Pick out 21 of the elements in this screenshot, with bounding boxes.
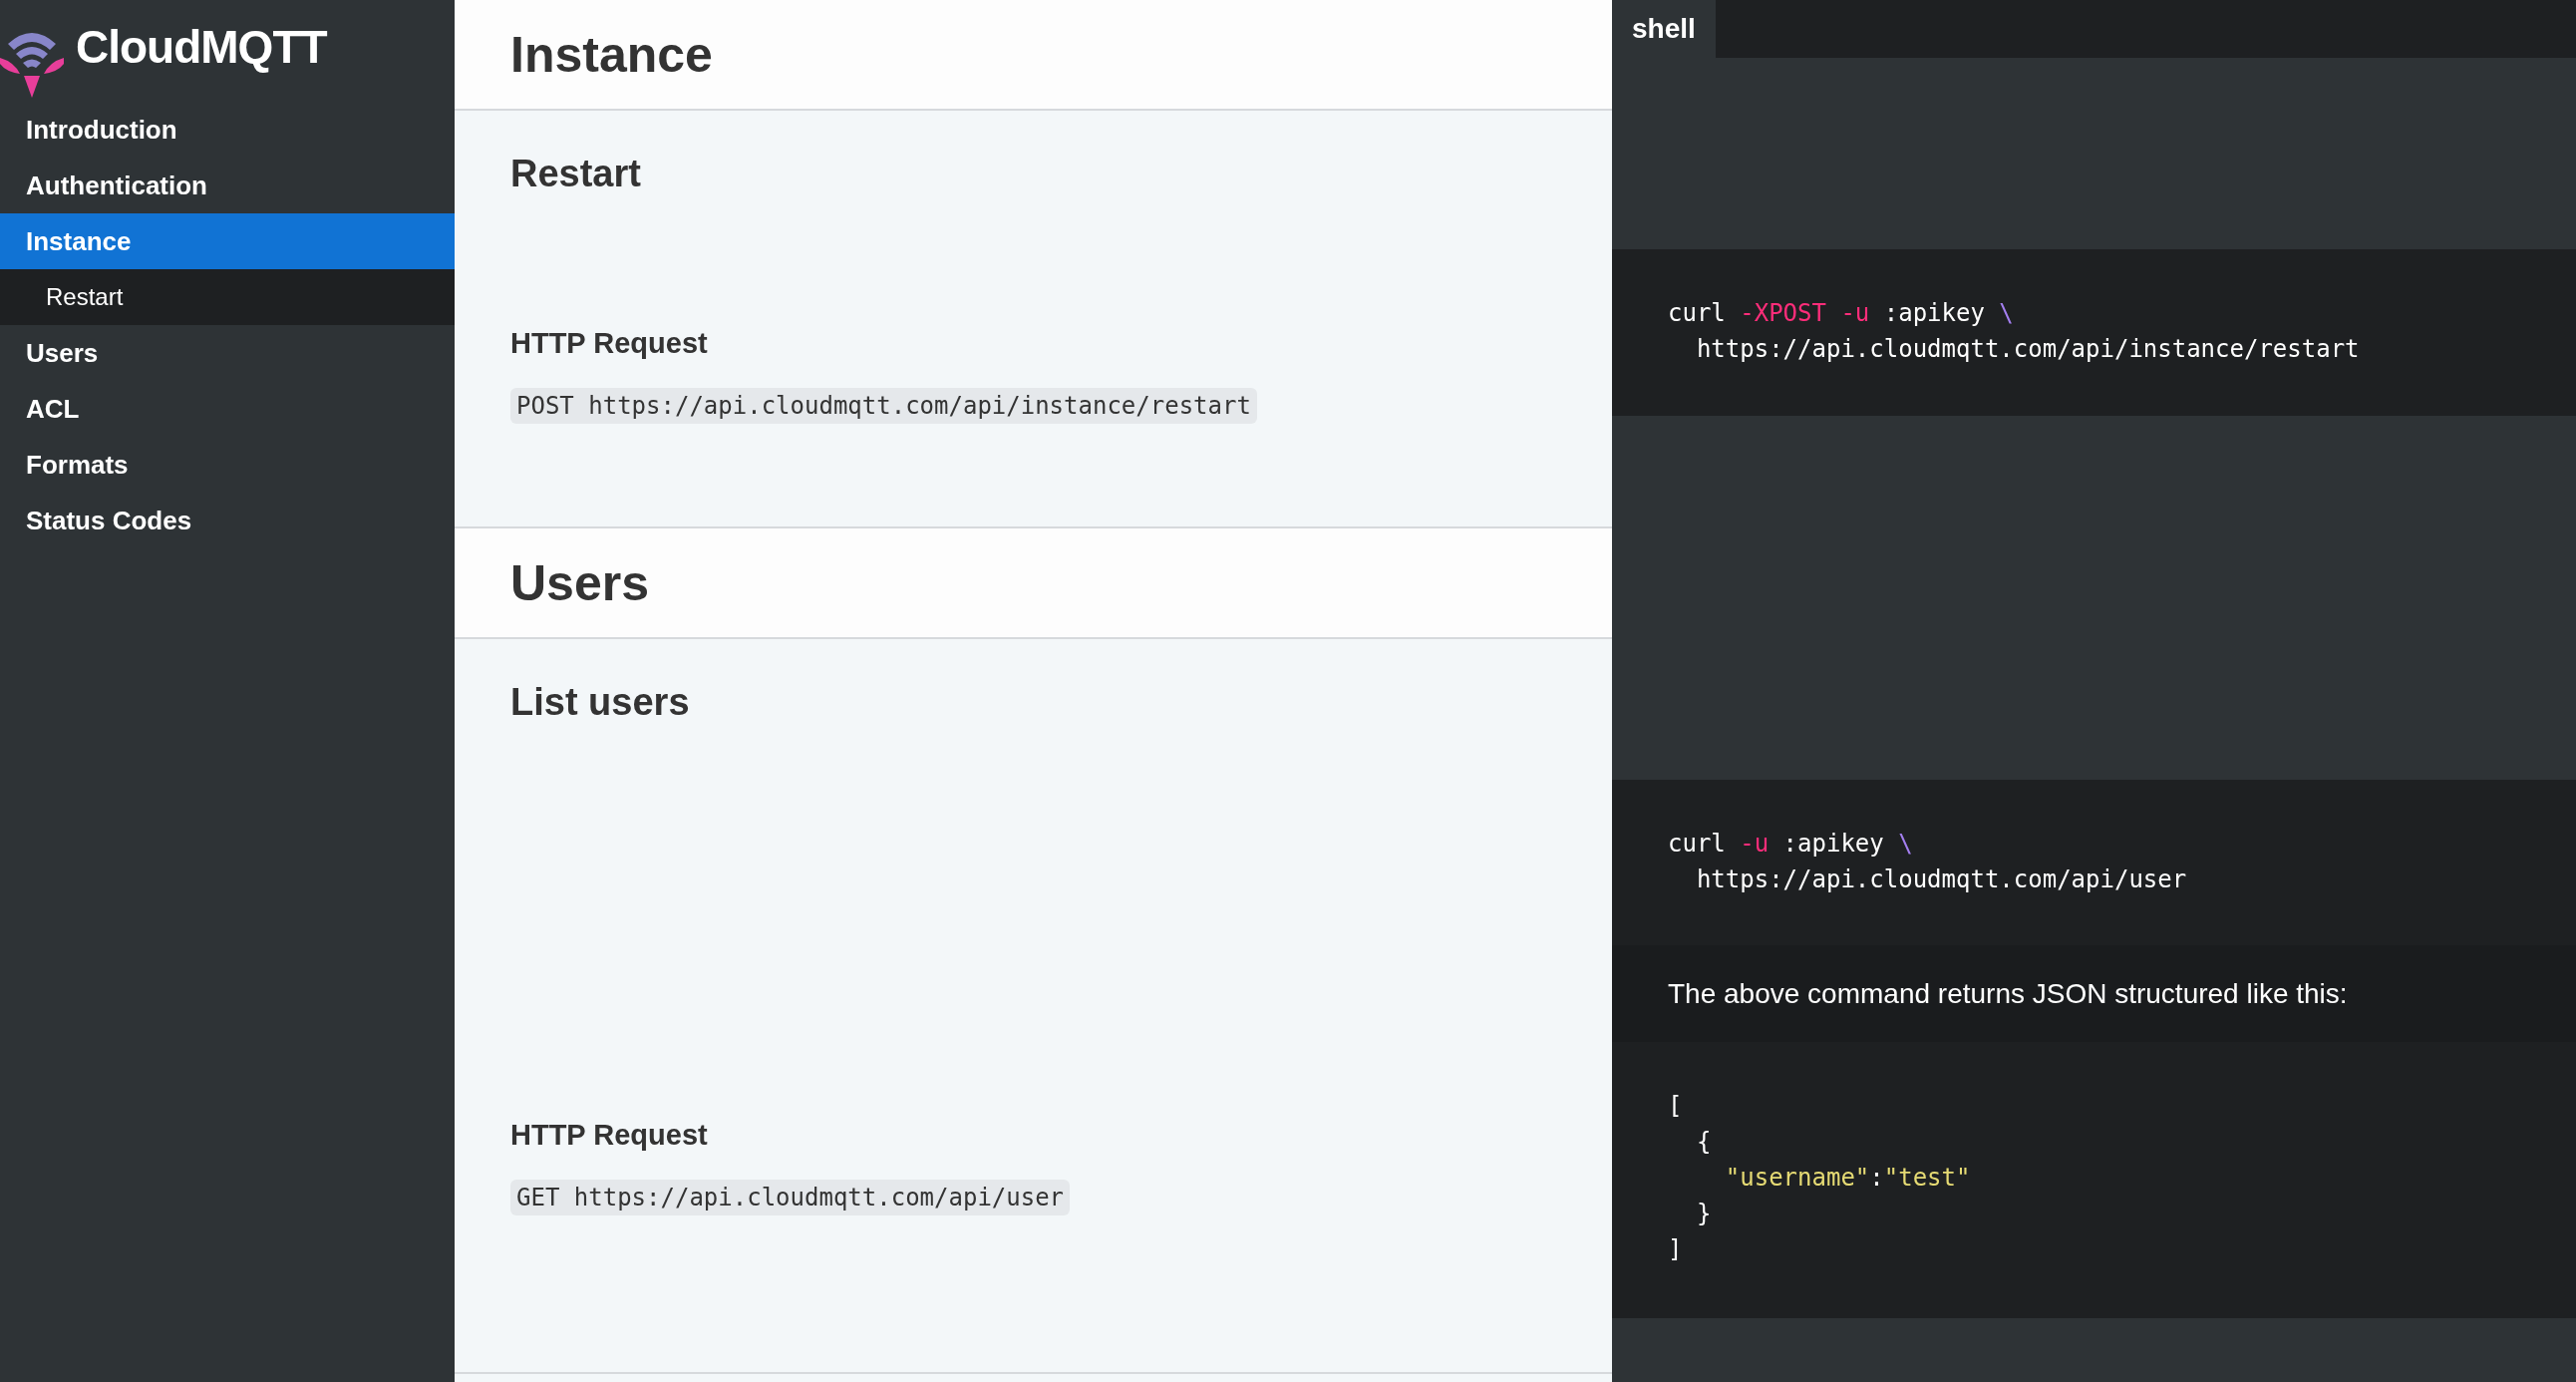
request-code: GET https://api.cloudmqtt.com/api/user <box>510 1180 1071 1215</box>
code-note: The above command returns JSON structured like this: <box>1612 945 2576 1042</box>
code-block: curl -XPOST -u :apikey \ https://api.cloudmqtt.com/api/instance/restart <box>1612 249 2576 416</box>
code-block: [ { "username":"test" } ] <box>1612 1042 2576 1318</box>
request-code: POST https://api.cloudmqtt.com/api/instance/restart <box>510 388 1257 424</box>
subsection-title: Restart <box>510 153 642 195</box>
nav-item[interactable]: Formats <box>0 437 455 493</box>
nav-item[interactable]: Introduction <box>0 102 455 158</box>
request-heading: HTTP Request <box>510 327 709 360</box>
nav-item[interactable]: Status Codes <box>0 493 455 548</box>
section-title: Instance <box>455 0 1612 111</box>
nav-item[interactable]: ACL <box>0 381 455 437</box>
nav-item[interactable]: Users <box>0 325 455 381</box>
code-block: curl -u :apikey \ https://api.cloudmqtt.com/api/user <box>1612 780 2576 945</box>
section-title: Users <box>455 528 1612 639</box>
subsection-title: List users <box>510 681 691 724</box>
language-tab[interactable]: shell <box>1612 0 1716 58</box>
nav-item[interactable]: Authentication <box>0 158 455 213</box>
nav-item[interactable]: Instance <box>0 213 455 269</box>
nav-subitem[interactable]: Restart <box>0 269 455 325</box>
request-heading: HTTP Request <box>510 1119 709 1152</box>
